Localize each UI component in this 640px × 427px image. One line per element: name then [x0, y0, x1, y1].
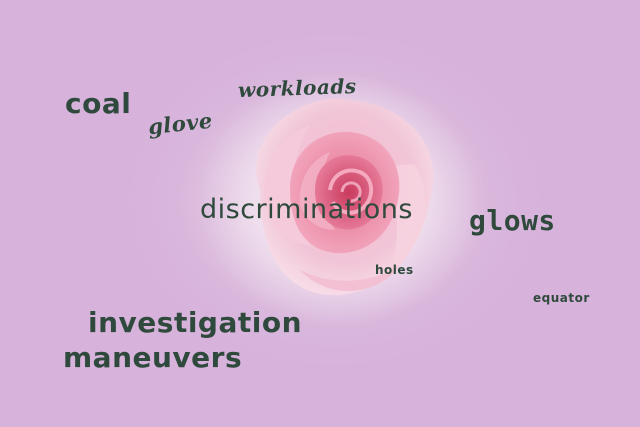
word-workloads: workloads	[237, 73, 357, 103]
word-coal: coal	[65, 87, 132, 120]
word-equator: equator	[533, 291, 590, 305]
word-investigation: investigation	[88, 306, 303, 339]
word-holes: holes	[375, 263, 414, 277]
word-maneuvers: maneuvers	[63, 341, 243, 374]
word-glows: glows	[469, 204, 556, 237]
word-glove: glove	[146, 107, 214, 140]
photo-canvas: coal glove workloads discriminations glo…	[0, 0, 640, 427]
word-discriminations: discriminations	[200, 194, 413, 225]
